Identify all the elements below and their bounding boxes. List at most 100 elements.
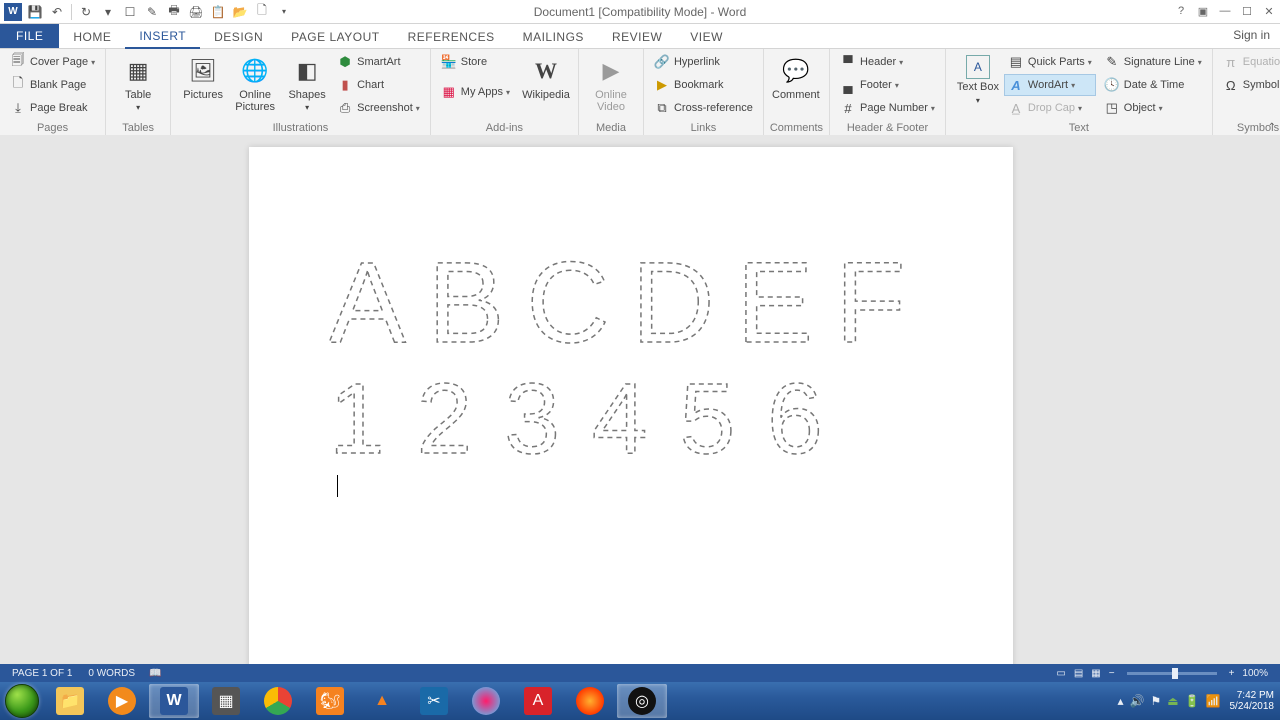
taskbar-app-1[interactable]: ▦ <box>201 684 251 718</box>
cross-reference-icon: ⧉ <box>654 100 670 116</box>
print-layout-icon[interactable]: ▤ <box>1074 668 1083 679</box>
smartart-button[interactable]: ⬢SmartArt <box>333 51 424 73</box>
minimize-icon[interactable]: — <box>1214 0 1236 22</box>
equation-button[interactable]: πEquation <box>1219 51 1280 73</box>
word-count[interactable]: 0 WORDS <box>88 668 135 679</box>
label: Screenshot <box>357 102 413 114</box>
start-button[interactable] <box>0 682 44 720</box>
quick-parts-button[interactable]: ▤Quick Parts <box>1004 51 1096 73</box>
document-area[interactable]: ABCDEF 123456 <box>0 135 1280 664</box>
page[interactable]: ABCDEF 123456 <box>249 147 1013 664</box>
comment-button[interactable]: 💬Comment <box>770 51 822 105</box>
bookmark-button[interactable]: ▶Bookmark <box>650 74 757 96</box>
equation-icon: π <box>1223 54 1239 70</box>
undo-icon[interactable]: ↶ <box>48 3 66 21</box>
quick-print-icon[interactable]: 🖨 <box>187 3 205 21</box>
tab-file[interactable]: FILE <box>0 24 59 48</box>
qat-custom-icon[interactable]: ▾ <box>99 3 117 21</box>
drop-cap-button[interactable]: A̲Drop Cap <box>1004 97 1096 119</box>
print-preview-icon[interactable]: 🖶 <box>165 3 183 21</box>
blank-page-button[interactable]: 🗋Blank Page <box>6 74 99 96</box>
tray-expand-icon[interactable]: ▴ <box>1118 694 1124 708</box>
wikipedia-icon: W <box>530 55 562 87</box>
tab-mailings[interactable]: MAILINGS <box>509 26 598 48</box>
tab-home[interactable]: HOME <box>59 26 125 48</box>
tab-review[interactable]: REVIEW <box>598 26 676 48</box>
screenshot-button[interactable]: ⎙Screenshot <box>333 97 424 119</box>
label: Date & Time <box>1124 79 1185 91</box>
touch-mode-icon[interactable]: ☐ <box>121 3 139 21</box>
sign-in-link[interactable]: Sign in <box>1233 28 1270 42</box>
date-time-button[interactable]: 🕓Date & Time <box>1100 74 1206 96</box>
taskbar-uc[interactable]: 🐿 <box>305 684 355 718</box>
cross-reference-button[interactable]: ⧉Cross-reference <box>650 97 757 119</box>
shapes-button[interactable]: ◧Shapes▾ <box>281 51 333 118</box>
tray-action-icon[interactable]: ⚑ <box>1150 694 1161 708</box>
object-button[interactable]: ◳Object <box>1100 97 1206 119</box>
more-icon[interactable]: ▾ <box>275 3 293 21</box>
taskbar-chrome[interactable] <box>253 684 303 718</box>
header-button[interactable]: ▀Header <box>836 51 939 73</box>
save-icon[interactable]: 💾 <box>26 3 44 21</box>
zoom-in-icon[interactable]: + <box>1229 668 1235 679</box>
symbol-button[interactable]: ΩSymbol <box>1219 74 1280 96</box>
new-doc-icon[interactable]: 🗋 <box>253 3 271 21</box>
label: SmartArt <box>357 56 400 68</box>
taskbar-vlc[interactable]: ▲ <box>357 684 407 718</box>
read-mode-icon[interactable]: ▭ <box>1056 668 1065 679</box>
taskbar-editor[interactable]: ✂ <box>409 684 459 718</box>
footer-button[interactable]: ▄Footer <box>836 74 939 96</box>
tab-design[interactable]: DESIGN <box>200 26 277 48</box>
close-icon[interactable]: ✕ <box>1258 0 1280 22</box>
page-number-button[interactable]: #Page Number <box>836 97 939 119</box>
spell-check-icon[interactable]: 📖 <box>149 668 161 679</box>
tab-page-layout[interactable]: PAGE LAYOUT <box>277 26 393 48</box>
tab-view[interactable]: VIEW <box>676 26 737 48</box>
label: Online Video <box>587 89 635 113</box>
signature-line-button[interactable]: ✎Signature Line <box>1100 51 1206 73</box>
collapse-ribbon-icon[interactable]: ⌃ <box>1268 122 1276 133</box>
pictures-button[interactable]: 🖼Pictures <box>177 51 229 105</box>
cover-page-button[interactable]: 🗐Cover Page <box>6 51 99 73</box>
taskbar-media-player[interactable]: ▶ <box>97 684 147 718</box>
tab-references[interactable]: REFERENCES <box>394 26 509 48</box>
paste-icon[interactable]: 📋 <box>209 3 227 21</box>
taskbar-explorer[interactable]: 📁 <box>45 684 95 718</box>
tray-clock[interactable]: 7:42 PM 5/24/2018 <box>1230 690 1275 712</box>
store-button[interactable]: 🏪Store <box>437 51 514 73</box>
page-indicator[interactable]: PAGE 1 OF 1 <box>12 668 72 679</box>
zoom-out-icon[interactable]: − <box>1109 668 1115 679</box>
taskbar-word[interactable]: W <box>149 684 199 718</box>
web-layout-icon[interactable]: ▦ <box>1091 668 1100 679</box>
online-pictures-button[interactable]: 🌐Online Pictures <box>229 51 281 117</box>
taskbar-firefox[interactable] <box>565 684 615 718</box>
page-number-icon: # <box>840 100 856 116</box>
tray-battery-icon[interactable]: 🔋 <box>1185 694 1200 708</box>
wordart-button[interactable]: AWordArt <box>1004 74 1096 96</box>
tray-volume-icon[interactable]: 🔊 <box>1130 694 1145 708</box>
online-video-button[interactable]: ▶Online Video <box>585 51 637 117</box>
redo-icon[interactable]: ↻ <box>77 3 95 21</box>
zoom-level[interactable]: 100% <box>1242 668 1268 679</box>
hyperlink-button[interactable]: 🔗Hyperlink <box>650 51 757 73</box>
wikipedia-button[interactable]: WWikipedia <box>520 51 572 105</box>
tray-network-icon[interactable]: 📶 <box>1206 694 1221 708</box>
chart-button[interactable]: ▮Chart <box>333 74 424 96</box>
acrobat-icon: A <box>524 687 552 715</box>
text-box-button[interactable]: AText Box ▾ <box>952 51 1004 111</box>
tray-safely-remove-icon[interactable]: ⏏ <box>1167 694 1178 708</box>
table-button[interactable]: ▦ Table▾ <box>112 51 164 118</box>
taskbar-opera[interactable] <box>461 684 511 718</box>
page-break-button[interactable]: ⤓Page Break <box>6 97 99 119</box>
maximize-icon[interactable]: ☐ <box>1236 0 1258 22</box>
ribbon-display-icon[interactable]: ▣ <box>1192 0 1214 22</box>
my-apps-button[interactable]: ▦My Apps <box>437 81 514 103</box>
label: Text Box <box>957 81 999 93</box>
tab-insert[interactable]: INSERT <box>125 25 200 49</box>
zoom-slider[interactable] <box>1127 672 1217 675</box>
new-icon[interactable]: ✎ <box>143 3 161 21</box>
help-icon[interactable]: ? <box>1170 0 1192 22</box>
open-icon[interactable]: 📂 <box>231 3 249 21</box>
taskbar-camera[interactable]: ◎ <box>617 684 667 718</box>
taskbar-acrobat[interactable]: A <box>513 684 563 718</box>
